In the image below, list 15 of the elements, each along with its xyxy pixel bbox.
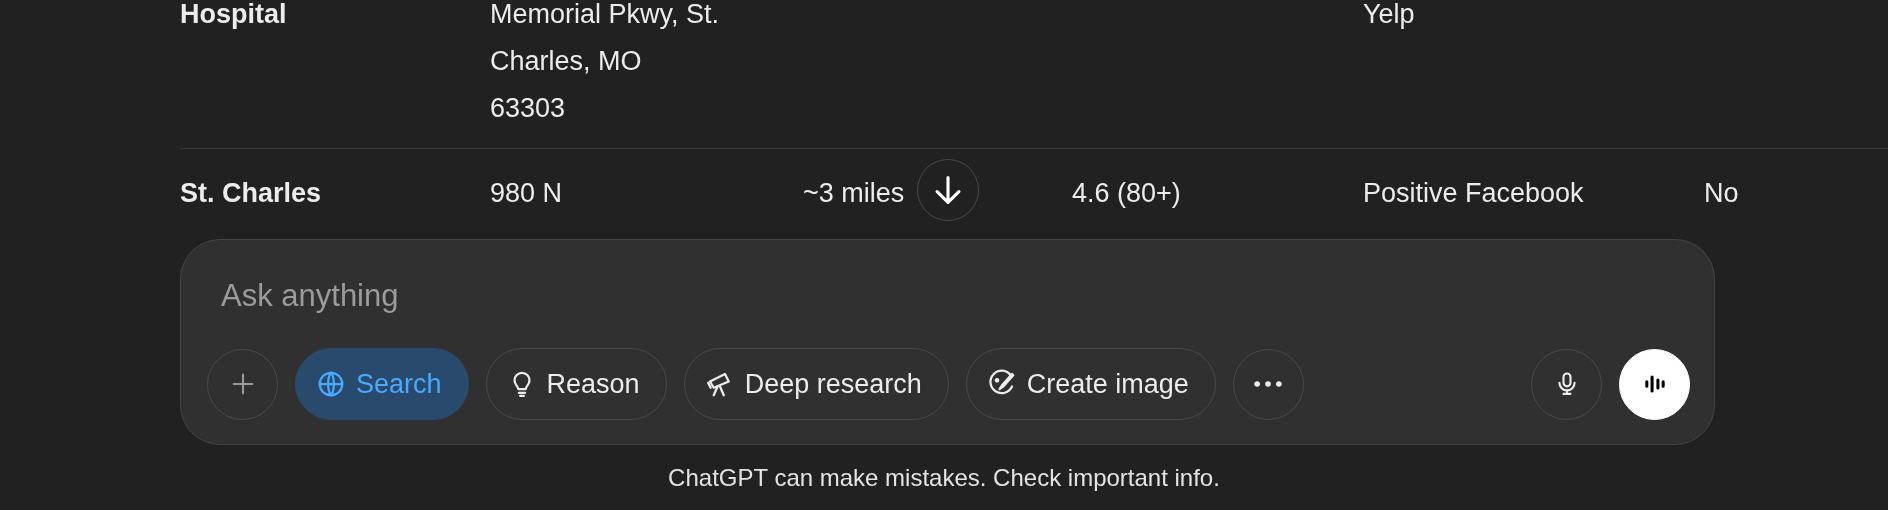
table-cell-text: No <box>1704 177 1739 210</box>
table-cell-text: Memorial Pkwy, St. Charles, MO 63303 <box>490 0 720 125</box>
arrow-down-icon <box>934 176 962 204</box>
table-cell-text: Yelp <box>1363 0 1415 31</box>
globe-icon <box>316 369 346 399</box>
table-cell-text: Positive Facebook <box>1363 177 1584 210</box>
disclaimer-text: ChatGPT can make mistakes. Check important info. <box>668 464 1220 492</box>
row-header-cell-text: St. Charles <box>180 177 322 210</box>
table-cell-text: ~3 miles <box>803 177 905 210</box>
table-cell-text: 980 N <box>490 177 563 210</box>
more-icon <box>1254 380 1283 388</box>
prompt-input[interactable]: Ask anything <box>221 276 821 316</box>
tool-toggle-button[interactable]: Search <box>295 348 469 420</box>
row-header-cell-text: Hospital <box>180 0 287 31</box>
table-cell-text: 4.6 (80+) <box>1072 177 1181 210</box>
